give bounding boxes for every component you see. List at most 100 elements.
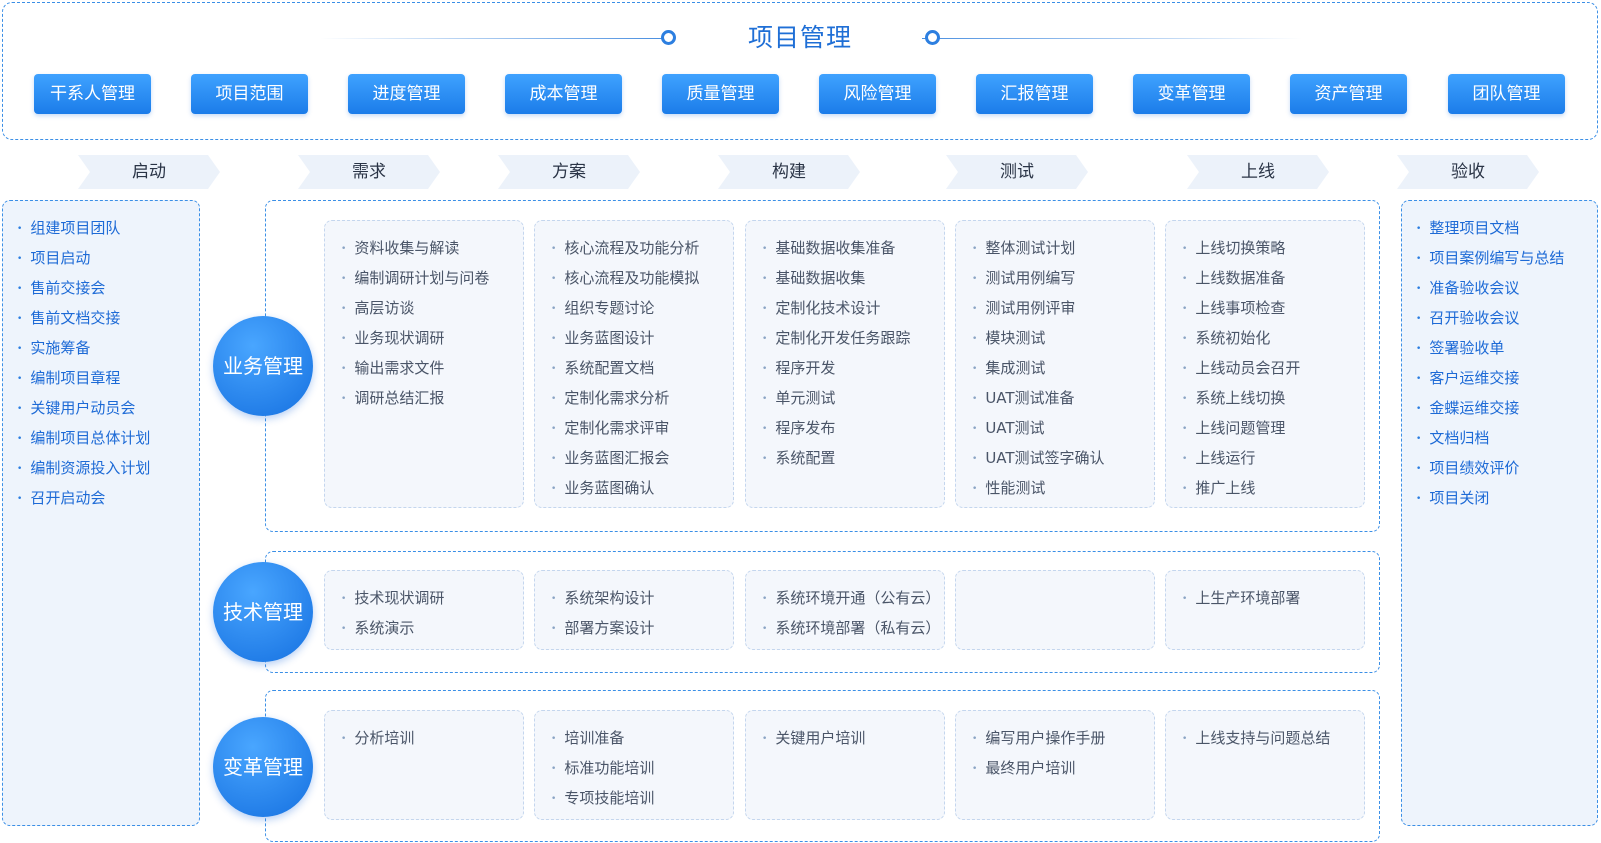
start-items-item: 编制资源投入计划 bbox=[17, 453, 199, 483]
task-item: 资料收集与解读 bbox=[341, 233, 523, 263]
row-0-label: 业务管理 bbox=[213, 316, 313, 416]
task-item: 基础数据收集准备 bbox=[762, 233, 944, 263]
title-left-line bbox=[320, 38, 663, 39]
module-button-3[interactable]: 成本管理 bbox=[505, 74, 622, 114]
task-item: 标准功能培训 bbox=[551, 753, 733, 783]
row-0-cell-1: 核心流程及功能分析核心流程及功能模拟组织专题讨论业务蓝图设计系统配置文档定制化需… bbox=[534, 220, 734, 508]
module-button-5[interactable]: 风险管理 bbox=[819, 74, 936, 114]
task-item: 上线动员会召开 bbox=[1182, 353, 1364, 383]
task-item: 组织专题讨论 bbox=[551, 293, 733, 323]
module-button-4[interactable]: 质量管理 bbox=[662, 74, 779, 114]
accept-items-item: 签署验收单 bbox=[1416, 333, 1597, 363]
task-item: 定制化需求分析 bbox=[551, 383, 733, 413]
module-button-7[interactable]: 变革管理 bbox=[1133, 74, 1250, 114]
task-item: 基础数据收集 bbox=[762, 263, 944, 293]
row-1-cell-2: 系统环境开通（公有云）系统环境部署（私有云） bbox=[745, 570, 945, 650]
accept-items-item: 项目绩效评价 bbox=[1416, 453, 1597, 483]
accept-items-item: 客户运维交接 bbox=[1416, 363, 1597, 393]
task-item: 编写用户操作手册 bbox=[972, 723, 1154, 753]
task-item: 专项技能培训 bbox=[551, 783, 733, 813]
row-2-cell-1: 培训准备标准功能培训专项技能培训 bbox=[534, 710, 734, 820]
task-item: 业务蓝图确认 bbox=[551, 473, 733, 503]
row-1-cell-4: 上生产环境部署 bbox=[1165, 570, 1365, 650]
start-phase-column: 组建项目团队项目启动售前交接会售前文档交接实施筹备编制项目章程关键用户动员会编制… bbox=[2, 200, 200, 826]
task-item: 系统上线切换 bbox=[1182, 383, 1364, 413]
start-items-item: 编制项目章程 bbox=[17, 363, 199, 393]
task-item: 上线支持与问题总结 bbox=[1182, 723, 1364, 753]
task-item: 系统环境部署（私有云） bbox=[762, 613, 944, 643]
task-item: 技术现状调研 bbox=[341, 583, 523, 613]
accept-items-item: 文档归档 bbox=[1416, 423, 1597, 453]
task-item: 单元测试 bbox=[762, 383, 944, 413]
row-2-cell-2: 关键用户培训 bbox=[745, 710, 945, 820]
task-item: 推广上线 bbox=[1182, 473, 1364, 503]
task-item: UAT测试签字确认 bbox=[972, 443, 1154, 473]
start-items-item: 组建项目团队 bbox=[17, 213, 199, 243]
module-button-0[interactable]: 干系人管理 bbox=[34, 74, 151, 114]
start-items-item: 售前文档交接 bbox=[17, 303, 199, 333]
module-button-1[interactable]: 项目范围 bbox=[191, 74, 308, 114]
row-0-cell-0: 资料收集与解读编制调研计划与问卷高层访谈业务现状调研输出需求文件调研总结汇报 bbox=[324, 220, 524, 508]
task-item: 系统初始化 bbox=[1182, 323, 1364, 353]
task-item: 业务蓝图汇报会 bbox=[551, 443, 733, 473]
accept-items-item: 准备验收会议 bbox=[1416, 273, 1597, 303]
title-right-ring-icon bbox=[925, 30, 940, 45]
row-1-cell-1: 系统架构设计部署方案设计 bbox=[534, 570, 734, 650]
phase-3: 构建 bbox=[718, 155, 860, 189]
row-2-cell-4: 上线支持与问题总结 bbox=[1165, 710, 1365, 820]
task-item: 上线事项检查 bbox=[1182, 293, 1364, 323]
task-item: 性能测试 bbox=[972, 473, 1154, 503]
task-item: 调研总结汇报 bbox=[341, 383, 523, 413]
main-title: 项目管理 bbox=[747, 23, 852, 52]
task-item: 高层访谈 bbox=[341, 293, 523, 323]
task-item: 上线数据准备 bbox=[1182, 263, 1364, 293]
accept-items-item: 整理项目文档 bbox=[1416, 213, 1597, 243]
task-item: 关键用户培训 bbox=[762, 723, 944, 753]
task-item: 集成测试 bbox=[972, 353, 1154, 383]
task-item: 程序开发 bbox=[762, 353, 944, 383]
start-items-item: 售前交接会 bbox=[17, 273, 199, 303]
row-1-cell-0: 技术现状调研系统演示 bbox=[324, 570, 524, 650]
row-1-cell-3 bbox=[955, 570, 1155, 650]
start-items-item: 实施筹备 bbox=[17, 333, 199, 363]
start-items-item: 关键用户动员会 bbox=[17, 393, 199, 423]
task-item: 定制化技术设计 bbox=[762, 293, 944, 323]
task-item: 分析培训 bbox=[341, 723, 523, 753]
task-item: 程序发布 bbox=[762, 413, 944, 443]
phase-2: 方案 bbox=[498, 155, 640, 189]
task-item: 系统演示 bbox=[341, 613, 523, 643]
task-item: 最终用户培训 bbox=[972, 753, 1154, 783]
title-right-line bbox=[922, 38, 1302, 39]
title-left-ring-icon bbox=[661, 30, 676, 45]
task-item: 系统环境开通（公有云） bbox=[762, 583, 944, 613]
task-item: 系统配置文档 bbox=[551, 353, 733, 383]
accept-items-item: 金蝶运维交接 bbox=[1416, 393, 1597, 423]
row-2-label: 变革管理 bbox=[213, 717, 313, 817]
start-items-item: 项目启动 bbox=[17, 243, 199, 273]
task-item: 部署方案设计 bbox=[551, 613, 733, 643]
task-item: 测试用例编写 bbox=[972, 263, 1154, 293]
phase-6: 验收 bbox=[1397, 155, 1539, 189]
task-item: 培训准备 bbox=[551, 723, 733, 753]
start-items-item: 编制项目总体计划 bbox=[17, 423, 199, 453]
task-item: 输出需求文件 bbox=[341, 353, 523, 383]
accept-items-item: 召开验收会议 bbox=[1416, 303, 1597, 333]
phase-5: 上线 bbox=[1187, 155, 1329, 189]
module-button-2[interactable]: 进度管理 bbox=[348, 74, 465, 114]
task-item: UAT测试准备 bbox=[972, 383, 1154, 413]
task-item: 业务现状调研 bbox=[341, 323, 523, 353]
task-item: 业务蓝图设计 bbox=[551, 323, 733, 353]
module-button-8[interactable]: 资产管理 bbox=[1290, 74, 1407, 114]
task-item: 系统配置 bbox=[762, 443, 944, 473]
module-button-6[interactable]: 汇报管理 bbox=[976, 74, 1093, 114]
task-item: 编制调研计划与问卷 bbox=[341, 263, 523, 293]
task-item: 定制化开发任务跟踪 bbox=[762, 323, 944, 353]
row-1-label: 技术管理 bbox=[213, 562, 313, 662]
task-item: 定制化需求评审 bbox=[551, 413, 733, 443]
task-item: 上线运行 bbox=[1182, 443, 1364, 473]
acceptance-phase-column: 整理项目文档项目案例编写与总结准备验收会议召开验收会议签署验收单客户运维交接金蝶… bbox=[1401, 200, 1598, 826]
task-item: 整体测试计划 bbox=[972, 233, 1154, 263]
task-item: 系统架构设计 bbox=[551, 583, 733, 613]
module-button-9[interactable]: 团队管理 bbox=[1448, 74, 1565, 114]
task-item: 核心流程及功能分析 bbox=[551, 233, 733, 263]
